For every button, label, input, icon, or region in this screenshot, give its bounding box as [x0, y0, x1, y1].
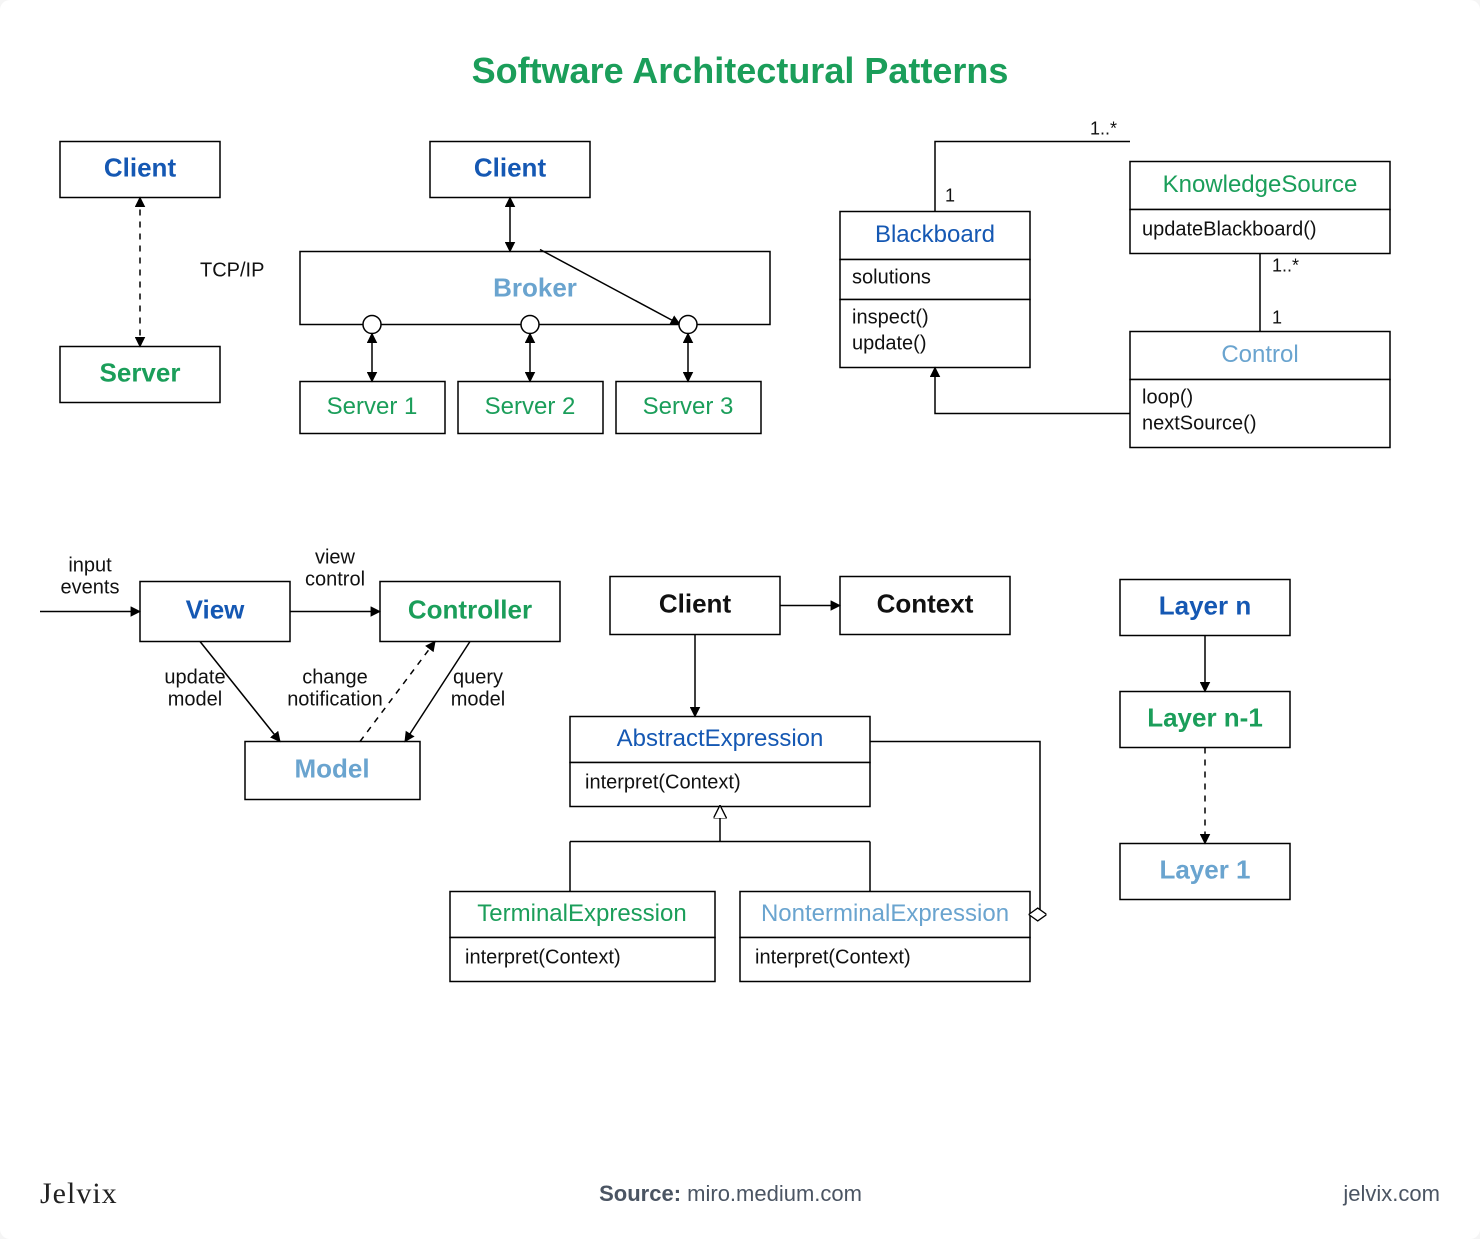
source-text: Source: miro.medium.com [599, 1181, 862, 1207]
bb-attrs: solutions [852, 267, 931, 289]
brand-logo: Jelvix [40, 1177, 118, 1211]
bb-op1: inspect() [852, 307, 929, 329]
svg-text:query: query [453, 667, 503, 689]
ks-op: updateBlackboard() [1142, 219, 1317, 241]
svg-text:change: change [302, 667, 368, 689]
ctrl-op1: loop() [1142, 387, 1193, 409]
int-nonterm-title: NonterminalExpression [761, 900, 1009, 927]
ctrl-op2: nextSource() [1142, 413, 1257, 435]
broker-pattern: Client Broker Server 1 Server 2 Server 3 [300, 142, 770, 434]
diagram-card: Software Architectural Patterns Client S… [0, 0, 1480, 1239]
bb-title: Blackboard [875, 221, 995, 248]
mult-1a: 1 [945, 186, 955, 206]
int-term-title: TerminalExpression [477, 900, 686, 927]
mvc-controller: Controller [408, 594, 532, 624]
layer-n: Layer n [1159, 590, 1252, 620]
mvc-input: input [68, 555, 112, 577]
mult-1b: 1 [1272, 308, 1282, 328]
mvc-viewctrl: view [315, 547, 356, 569]
int-nonterm-op: interpret(Context) [755, 947, 911, 969]
mvc-view: View [186, 594, 246, 624]
bb-op2: update() [852, 333, 927, 355]
cs-link-label: TCP/IP [200, 260, 264, 282]
mvc-model: Model [294, 753, 369, 783]
footer: Jelvix Source: miro.medium.com jelvix.co… [40, 1177, 1440, 1211]
broker-client: Client [474, 152, 547, 182]
site-link: jelvix.com [1343, 1181, 1440, 1207]
ctrl-title: Control [1221, 341, 1298, 368]
svg-text:model: model [168, 689, 222, 711]
broker-label: Broker [493, 272, 577, 302]
broker-server2: Server 2 [485, 393, 576, 420]
ks-title: KnowledgeSource [1163, 171, 1358, 198]
int-term-op: interpret(Context) [465, 947, 621, 969]
cs-server: Server [100, 357, 181, 387]
layers-pattern: Layer n Layer n-1 Layer 1 [1120, 580, 1290, 900]
svg-text:update: update [164, 667, 225, 689]
int-abs-op: interpret(Context) [585, 772, 741, 794]
layer-1: Layer 1 [1159, 854, 1250, 884]
int-client: Client [659, 588, 732, 618]
cs-client: Client [104, 152, 177, 182]
layer-n1: Layer n-1 [1147, 702, 1263, 732]
diagram-canvas: Client Server TCP/IP Client Broker Serve… [40, 92, 1440, 1171]
broker-server3: Server 3 [643, 393, 734, 420]
mult-many1: 1..* [1090, 119, 1117, 139]
svg-text:model: model [451, 689, 505, 711]
mult-many2: 1..* [1272, 256, 1299, 276]
svg-text:notification: notification [287, 689, 383, 711]
int-abs-title: AbstractExpression [617, 725, 824, 752]
blackboard-pattern: Blackboard solutions inspect() update() … [840, 119, 1390, 448]
mvc-pattern: View Controller Model input events view … [40, 547, 560, 800]
svg-text:control: control [305, 569, 365, 591]
client-server-pattern: Client Server TCP/IP [60, 142, 264, 403]
int-context: Context [877, 588, 974, 618]
page-title: Software Architectural Patterns [40, 50, 1440, 92]
broker-server1: Server 1 [327, 393, 418, 420]
svg-text:events: events [61, 577, 120, 599]
